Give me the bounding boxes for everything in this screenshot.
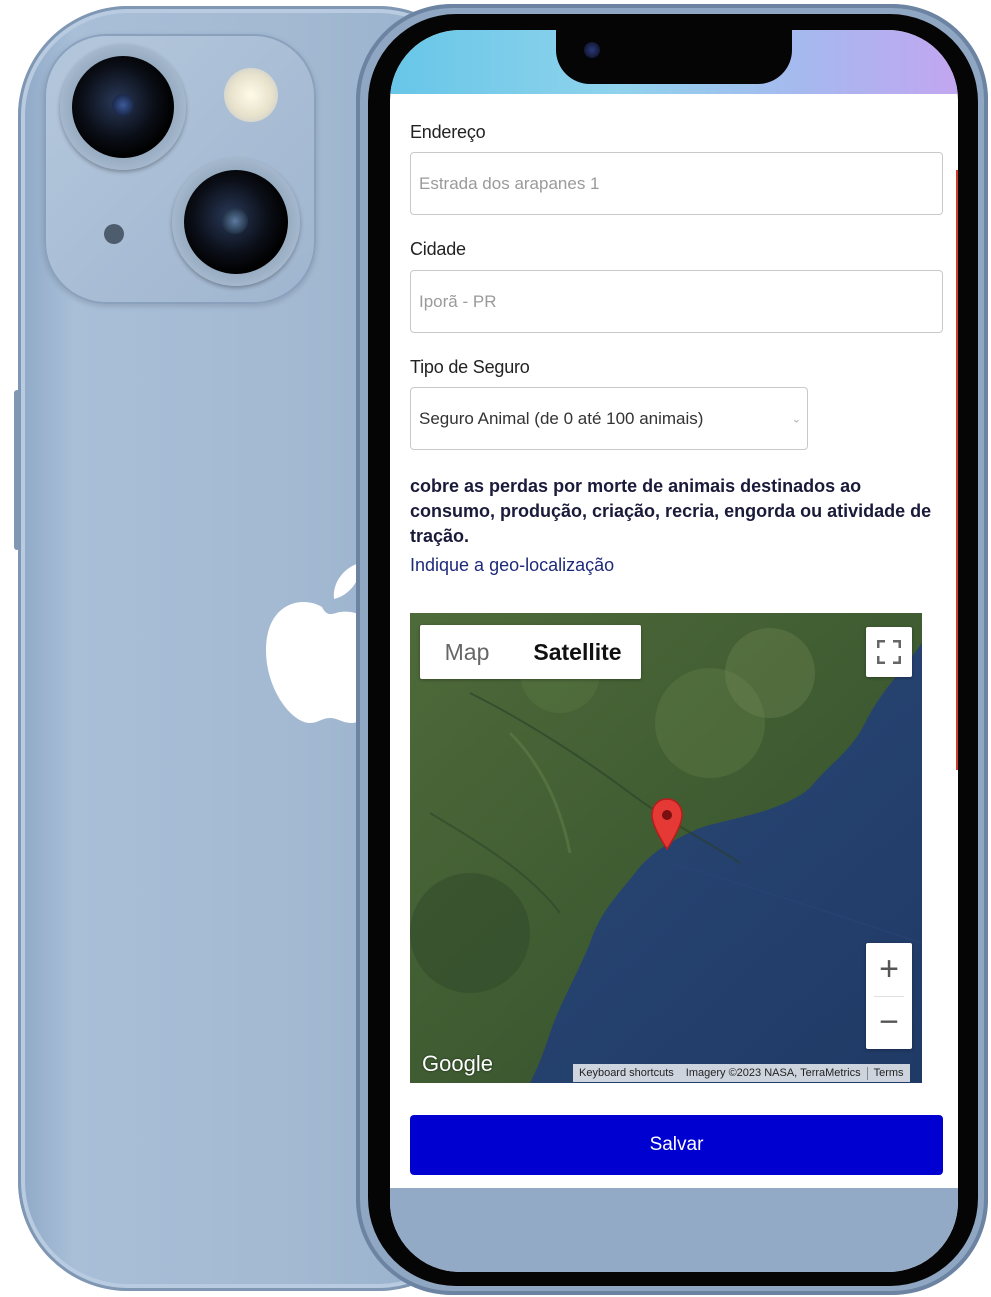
map-attribution: Keyboard shortcuts Imagery ©2023 NASA, T… [573,1064,910,1082]
address-placeholder: Estrada dos arapanes 1 [419,173,600,193]
page-edge [956,170,958,770]
insurance-type-select[interactable]: Seguro Animal (de 0 até 100 animais) ⌄ [410,387,808,450]
front-camera [584,42,600,58]
insurance-type-label: Tipo de Seguro [410,357,530,377]
fullscreen-button[interactable] [866,627,912,677]
city-placeholder: Iporã - PR [419,291,497,311]
map-type-map-button[interactable]: Map [420,625,514,679]
phone-screen: Endereço Estrada dos arapanes 1 Cidade I… [390,30,958,1272]
zoom-controls: + − [866,943,912,1049]
map-type-toggle: Map Satellite [420,625,641,679]
microphone [104,224,124,244]
map-type-satellite-button[interactable]: Satellite [514,625,641,679]
camera-lens-ring [172,158,300,286]
chevron-down-icon: ⌄ [791,413,801,425]
google-logo: Google [422,1051,493,1076]
flash [224,68,278,122]
insurance-type-value: Seguro Animal (de 0 até 100 animais) [419,408,704,428]
zoom-in-button[interactable]: + [866,943,912,996]
camera-lens [184,170,288,274]
camera-lens-ring [60,44,186,170]
map-pin-icon[interactable] [650,797,684,851]
save-button[interactable]: Salvar [410,1115,943,1175]
camera-lens [72,56,174,158]
terms-link[interactable]: Terms [868,1067,910,1079]
imagery-credit: Imagery ©2023 NASA, TerraMetrics [685,1067,861,1079]
city-label: Cidade [410,239,466,259]
city-input[interactable]: Iporã - PR [410,270,943,333]
address-input[interactable]: Estrada dos arapanes 1 [410,152,943,215]
insurance-description: cobre as perdas por morte de animais des… [410,476,932,546]
geo-location-label: Indique a geo-localização [410,555,615,575]
map[interactable]: Map Satellite + − Google Keyboard shortc… [410,613,922,1083]
keyboard-shortcuts-link[interactable]: Keyboard shortcuts [573,1067,680,1079]
address-label: Endereço [410,122,486,142]
screen-bottom [390,1188,958,1272]
zoom-out-button[interactable]: − [866,996,912,1049]
phone-side-button [14,390,20,550]
fullscreen-icon [877,640,901,664]
